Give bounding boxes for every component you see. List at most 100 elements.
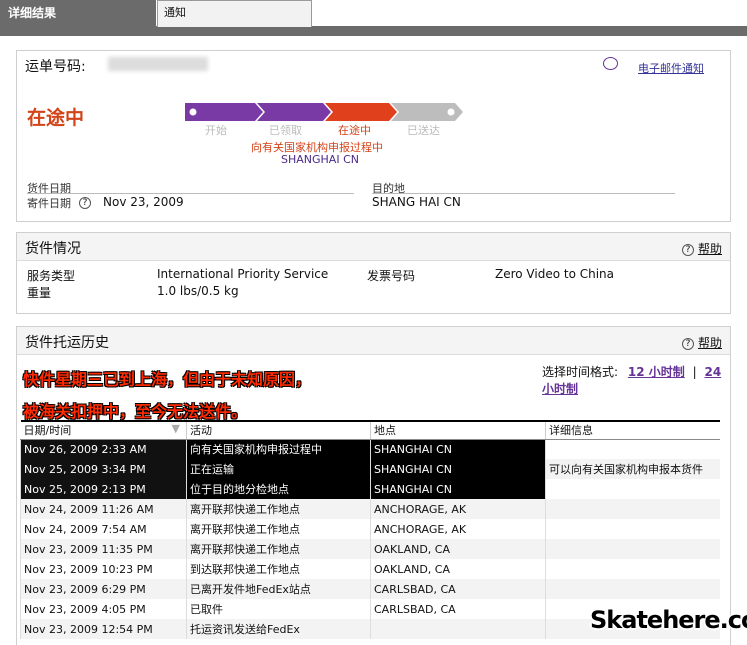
column-header-datetime[interactable]: 日期/时间 ▼ — [20, 420, 187, 440]
tab-detailed-results[interactable]: 详细结果 — [0, 0, 156, 27]
cell-datetime: Nov 23, 2009 4:05 PM — [20, 599, 187, 619]
progress-segment-in-transit — [325, 103, 397, 121]
service-type-value: International Priority Service — [157, 267, 329, 281]
progress-segment-start — [185, 103, 263, 121]
divider — [372, 193, 675, 194]
service-type-label: 服务类型 — [27, 269, 76, 283]
table-header-row: 日期/时间 ▼ 活动 地点 详细信息 — [20, 420, 720, 440]
time-format-label: 选择时间格式: — [542, 365, 619, 379]
cell-details — [545, 539, 720, 559]
table-row: Nov 24, 2009 11:26 AM 离开联邦快递工作地点 ANCHORAGE… — [20, 499, 720, 519]
progress-step-delivered: 已送达 — [407, 124, 440, 137]
cell-activity: 到达联邦快递工作地点 — [186, 559, 371, 579]
cell-location — [370, 619, 546, 639]
tracking-summary-panel: 运单号码: 电子邮件通知 在途中 开始 已领取 在途中 已送达 向有关国家机构申… — [16, 50, 731, 222]
column-header-details: 详细信息 — [545, 420, 720, 440]
progress-step-in-transit: 在途中 — [338, 124, 371, 137]
progress-step-start: 开始 — [205, 124, 227, 137]
cell-datetime: Nov 23, 2009 6:29 PM — [20, 579, 187, 599]
cell-details — [545, 559, 720, 579]
table-row: Nov 26, 2009 2:33 AM 向有关国家机构申报过程中 SHANGHAI… — [20, 439, 720, 459]
cell-activity: 正在运输 — [186, 459, 371, 479]
help-link[interactable]: ? 帮助 — [681, 334, 722, 351]
cell-location: CARLSBAD, CA — [370, 579, 546, 599]
cell-activity: 离开联邦快递工作地点 — [186, 539, 371, 559]
table-row: Nov 23, 2009 11:35 PM 离开联邦快递工作地点 OAKLAND, … — [20, 539, 720, 559]
cell-details: 可以向有关国家机构申报本货件 — [545, 459, 720, 479]
annotation-line-1: 快件星期三已到上海，但由于未知原因， — [23, 370, 312, 389]
help-label: 帮助 — [697, 242, 722, 256]
panel-title: 货件托运历史 — [25, 335, 109, 351]
cell-location: SHANGHAI CN — [370, 459, 546, 479]
panel-header: 货件情况 ? 帮助 — [17, 233, 730, 261]
tab-notifications[interactable]: 通知 — [157, 0, 312, 27]
cell-activity: 离开联邦快递工作地点 — [186, 499, 371, 519]
ship-date-label: 寄件日期 — [27, 197, 71, 210]
envelope-icon[interactable] — [603, 57, 618, 70]
weight-label: 重量 — [27, 286, 52, 300]
help-label: 帮助 — [697, 336, 722, 350]
tab-bar: 详细结果 通知 — [0, 0, 747, 36]
help-icon: ? — [681, 244, 694, 256]
cell-details — [545, 439, 720, 459]
email-notification-link[interactable]: 电子邮件通知 — [638, 60, 704, 76]
table-row: Nov 23, 2009 10:23 PM 到达联邦快递工作地点 OAKLAND, … — [20, 559, 720, 579]
shipment-status: 在途中 — [27, 107, 85, 129]
tracking-number-redacted — [108, 57, 208, 71]
cell-datetime: Nov 23, 2009 10:23 PM — [20, 559, 187, 579]
cell-datetime: Nov 26, 2009 2:33 AM — [20, 439, 187, 459]
weight-value: 1.0 lbs/0.5 kg — [157, 284, 239, 298]
table-row: Nov 23, 2009 6:29 PM 已离开发件地FedEx站点 CARLSBA… — [20, 579, 720, 599]
ship-date-value: Nov 23, 2009 — [103, 195, 184, 209]
cell-location: ANCHORAGE, AK — [370, 499, 546, 519]
panel-title: 货件情况 — [25, 241, 81, 257]
progress-start-dot — [189, 108, 197, 116]
table-row: Nov 25, 2009 2:13 PM 位于目的地分检地点 SHANGHAI CN — [20, 479, 720, 499]
cell-details — [545, 579, 720, 599]
column-header-location: 地点 — [370, 420, 546, 440]
invoice-label: 发票号码 — [367, 269, 416, 283]
cell-details — [545, 479, 720, 499]
cell-datetime: Nov 25, 2009 2:13 PM — [20, 479, 187, 499]
progress-end-dot — [447, 108, 455, 116]
shipment-facts-panel: 货件情况 ? 帮助 服务类型 International Priority Ser… — [16, 232, 731, 314]
help-icon: ? — [681, 338, 694, 350]
table-row: Nov 24, 2009 7:54 AM 离开联邦快递工作地点 ANCHORAGE,… — [20, 519, 720, 539]
help-link[interactable]: ? 帮助 — [681, 240, 722, 257]
progress-step-picked-up: 已领取 — [269, 124, 302, 137]
cell-activity: 向有关国家机构申报过程中 — [186, 439, 371, 459]
cell-location: ANCHORAGE, AK — [370, 519, 546, 539]
invoice-value: Zero Video to China — [495, 267, 615, 281]
format-12h-link[interactable]: 12 小时制 — [628, 365, 685, 379]
cell-location: SHANGHAI CN — [370, 479, 546, 499]
cell-activity: 已离开发件地FedEx站点 — [186, 579, 371, 599]
cell-activity: 托运资讯发送给FedEx — [186, 619, 371, 639]
cell-activity: 位于目的地分检地点 — [186, 479, 371, 499]
progress-segment-picked-up — [257, 103, 331, 121]
tab-bar-stripe — [0, 26, 747, 36]
ship-date-help-icon[interactable]: ? — [79, 195, 95, 209]
cell-datetime: Nov 24, 2009 11:26 AM — [20, 499, 187, 519]
cell-location: CARLSBAD, CA — [370, 599, 546, 619]
cell-activity: 离开联邦快递工作地点 — [186, 519, 371, 539]
progress-bar — [185, 103, 463, 121]
cell-datetime: Nov 25, 2009 3:34 PM — [20, 459, 187, 479]
watermark-text: Skatehere.com — [590, 606, 747, 634]
panel-header: 货件托运历史 ? 帮助 — [17, 327, 730, 355]
cell-details — [545, 499, 720, 519]
table-row: Nov 25, 2009 3:34 PM 正在运输 SHANGHAI CN 可以向有关… — [20, 459, 720, 479]
cell-activity: 已取件 — [186, 599, 371, 619]
cell-datetime: Nov 24, 2009 7:54 AM — [20, 519, 187, 539]
sort-arrow-icon[interactable]: ▼ — [172, 422, 180, 435]
cell-datetime: Nov 23, 2009 12:54 PM — [20, 619, 187, 639]
cell-location: OAKLAND, CA — [370, 559, 546, 579]
cell-datetime: Nov 23, 2009 11:35 PM — [20, 539, 187, 559]
cell-location: OAKLAND, CA — [370, 539, 546, 559]
cell-location: SHANGHAI CN — [370, 439, 546, 459]
destination-value: SHANG HAI CN — [372, 195, 461, 209]
time-format-selector: 选择时间格式: 12 小时制 | 24 小时制 — [542, 363, 730, 397]
tracking-number-label: 运单号码: — [25, 59, 86, 75]
travel-history-panel: 货件托运历史 ? 帮助 快件星期三已到上海，但由于未知原因， 被海关扣押中，至今无… — [16, 326, 731, 645]
format-separator: | — [692, 365, 697, 379]
divider — [27, 193, 354, 194]
